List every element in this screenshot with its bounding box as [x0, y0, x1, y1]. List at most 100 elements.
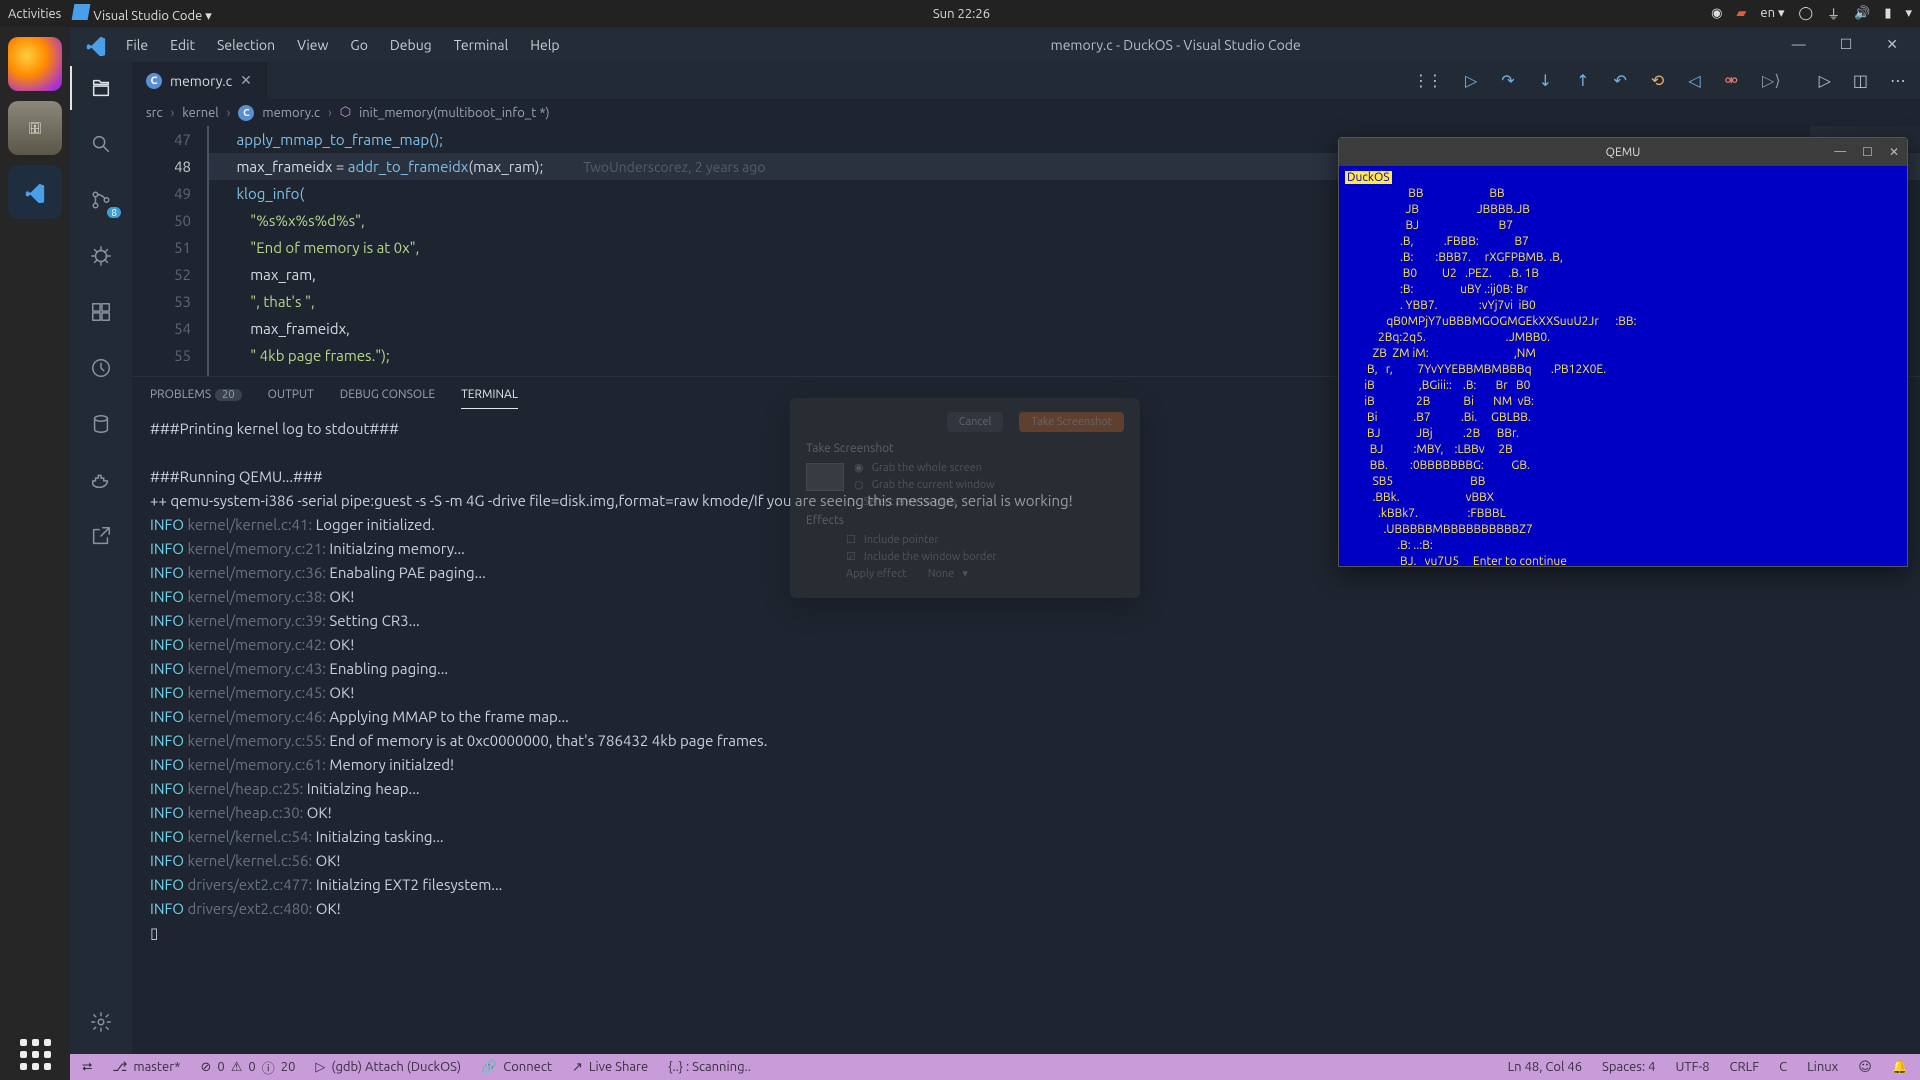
debug-continue[interactable]: ▷: [1465, 71, 1477, 90]
status-bar: ⮂ ⎇ master* ⊘ 0 ⚠ 0 ⓘ 20 ▷ (gdb) Attach …: [70, 1054, 1920, 1080]
menu-go[interactable]: Go: [350, 37, 367, 53]
menu-help[interactable]: Help: [530, 37, 559, 53]
scm-badge: 8: [107, 207, 121, 218]
menu-selection[interactable]: Selection: [217, 37, 275, 53]
window-title: memory.c - DuckOS - Visual Studio Code: [560, 37, 1792, 53]
activity-settings[interactable]: [87, 1008, 115, 1036]
activity-debug[interactable]: [87, 242, 115, 270]
qemu-window[interactable]: QEMU — ☐ ✕ DuckOS BB BB JB JBBBB.JB BJ: [1338, 137, 1908, 567]
location-icon[interactable]: ◉: [1711, 6, 1722, 21]
window-minimize[interactable]: —: [1792, 36, 1806, 53]
activities-button[interactable]: Activities: [8, 7, 61, 21]
debug-reverse[interactable]: ◁: [1688, 71, 1700, 90]
debug-disconnect[interactable]: ⚮: [1725, 71, 1738, 90]
opt-current-window[interactable]: ○ Grab the current window: [854, 478, 1124, 491]
run-icon[interactable]: ▷: [1819, 71, 1831, 90]
clock[interactable]: Sun 22:26: [212, 7, 1711, 21]
git-blame: TwoUnderscorez, 2 years ago: [583, 159, 765, 175]
qemu-minimize[interactable]: —: [1834, 145, 1846, 159]
editor-tabs: C memory.c ✕ ⋮⋮ ▷ ↷ ↓ ↑ ↶ ⟲ ◁ ⚮ ▷⟩: [132, 62, 1920, 99]
status-remote[interactable]: ⮂: [82, 1060, 92, 1075]
status-os[interactable]: Linux: [1807, 1060, 1838, 1074]
debug-step-over[interactable]: ↷: [1501, 71, 1514, 90]
menu-file[interactable]: File: [126, 37, 148, 53]
qemu-close[interactable]: ✕: [1889, 145, 1899, 159]
screenshot-thumb: [806, 463, 844, 491]
status-bell-icon[interactable]: 🔔: [1892, 1060, 1908, 1075]
activity-scm[interactable]: 8: [87, 186, 115, 214]
status-cursor-pos[interactable]: Ln 48, Col 46: [1508, 1060, 1582, 1074]
activity-remote[interactable]: [87, 354, 115, 382]
opt-whole-screen[interactable]: ◉ Grab the whole screen: [854, 461, 1124, 474]
volume-icon[interactable]: 🔊: [1854, 6, 1870, 21]
screenshot-dialog: Cancel Take Screenshot Take Screenshot ◉…: [790, 398, 1140, 598]
activity-explorer[interactable]: [87, 74, 115, 102]
dock-firefox[interactable]: [8, 37, 62, 91]
menu-view[interactable]: View: [297, 37, 328, 53]
status-branch[interactable]: ⎇ master*: [112, 1060, 180, 1075]
screenshot-cancel[interactable]: Cancel: [947, 412, 1004, 432]
editor-more-icon[interactable]: ⋯: [1890, 71, 1906, 90]
dock-files[interactable]: 🗄: [8, 101, 62, 155]
gnome-topbar: Activities Visual Studio Code ▾ Sun 22:2…: [0, 0, 1920, 27]
menu-terminal[interactable]: Terminal: [454, 37, 509, 53]
tab-output[interactable]: OUTPUT: [268, 380, 314, 409]
opt-select-area[interactable]: ○ Select area to grab: [846, 495, 1124, 508]
warning-icon[interactable]: ▰: [1736, 6, 1746, 21]
qemu-maximize[interactable]: ☐: [1862, 145, 1873, 159]
line-gutter: 47484950515253545556: [132, 126, 207, 376]
tab-problems[interactable]: PROBLEMS20: [150, 380, 242, 409]
activity-docker[interactable]: [87, 466, 115, 494]
activity-sqltools[interactable]: [87, 410, 115, 438]
dock-vscode[interactable]: [8, 165, 62, 219]
status-feedback-icon[interactable]: ☺: [1858, 1060, 1872, 1075]
status-errors[interactable]: ⊘ 0 ⚠ 0 ⓘ 20: [200, 1058, 295, 1077]
activity-extensions[interactable]: [87, 298, 115, 326]
status-connect[interactable]: 🔗 Connect: [481, 1060, 552, 1075]
tab-close-icon[interactable]: ✕: [240, 72, 252, 89]
c-file-icon: C: [146, 73, 162, 89]
opt-apply-effect[interactable]: Apply effect None ▾: [846, 567, 1124, 580]
debug-restart[interactable]: ↶: [1613, 71, 1626, 90]
vscode-titlebar: File Edit Selection View Go Debug Terminal Help…: [70, 27, 1920, 62]
activity-search[interactable]: [87, 130, 115, 158]
debug-stop[interactable]: ⟲: [1651, 71, 1664, 90]
language-indicator[interactable]: en ▾: [1760, 6, 1784, 21]
tab-terminal[interactable]: TERMINAL: [461, 380, 518, 409]
qemu-titlebar[interactable]: QEMU — ☐ ✕: [1339, 138, 1907, 166]
top-app-indicator[interactable]: Visual Studio Code ▾: [73, 4, 212, 24]
status-eol[interactable]: CRLF: [1730, 1060, 1760, 1074]
window-maximize[interactable]: ☐: [1840, 36, 1853, 53]
status-scanning[interactable]: {..} : Scanning..: [668, 1060, 751, 1074]
gnome-dock: 🗄: [0, 27, 70, 1080]
debug-toolbar: ⋮⋮ ▷ ↷ ↓ ↑ ↶ ⟲ ◁ ⚮ ▷⟩: [1395, 66, 1799, 95]
menu-bar: File Edit Selection View Go Debug Terminal Help: [126, 37, 560, 53]
status-lang[interactable]: C: [1779, 1060, 1787, 1074]
split-editor-icon[interactable]: ◫: [1853, 71, 1868, 90]
tab-label: memory.c: [170, 73, 232, 89]
network-icon[interactable]: ⏚: [1827, 4, 1840, 23]
status-liveshare[interactable]: ↗ Live Share: [572, 1060, 648, 1075]
dock-show-apps[interactable]: [20, 1039, 51, 1070]
debug-step-out[interactable]: ↑: [1576, 71, 1589, 90]
system-menu-chevron[interactable]: ▾: [1905, 6, 1912, 21]
breadcrumb[interactable]: src› kernel› Cmemory.c› ⬡init_memory(mul…: [132, 99, 1920, 126]
vscode-logo-icon: [82, 31, 110, 59]
screenshot-take[interactable]: Take Screenshot: [1019, 412, 1124, 432]
tab-debug-console[interactable]: DEBUG CONSOLE: [340, 380, 435, 409]
battery-icon[interactable]: ▮: [1884, 6, 1891, 21]
debug-step-into[interactable]: ↓: [1539, 71, 1552, 90]
window-close[interactable]: ✕: [1886, 36, 1898, 53]
menu-debug[interactable]: Debug: [390, 37, 432, 53]
a11y-icon[interactable]: ◯: [1799, 6, 1814, 21]
debug-step-forward[interactable]: ▷⟩: [1762, 71, 1781, 90]
status-debug-target[interactable]: ▷ (gdb) Attach (DuckOS): [315, 1060, 461, 1075]
status-encoding[interactable]: UTF-8: [1675, 1060, 1709, 1074]
menu-edit[interactable]: Edit: [170, 37, 195, 53]
tab-memory-c[interactable]: C memory.c ✕: [132, 62, 267, 99]
status-spaces[interactable]: Spaces: 4: [1602, 1060, 1655, 1074]
activity-liveshare[interactable]: [87, 522, 115, 550]
opt-include-border[interactable]: ☑ Include the window border: [846, 550, 1124, 563]
debug-drag-icon[interactable]: ⋮⋮: [1413, 71, 1441, 90]
opt-include-pointer[interactable]: ☐ Include pointer: [846, 533, 1124, 546]
